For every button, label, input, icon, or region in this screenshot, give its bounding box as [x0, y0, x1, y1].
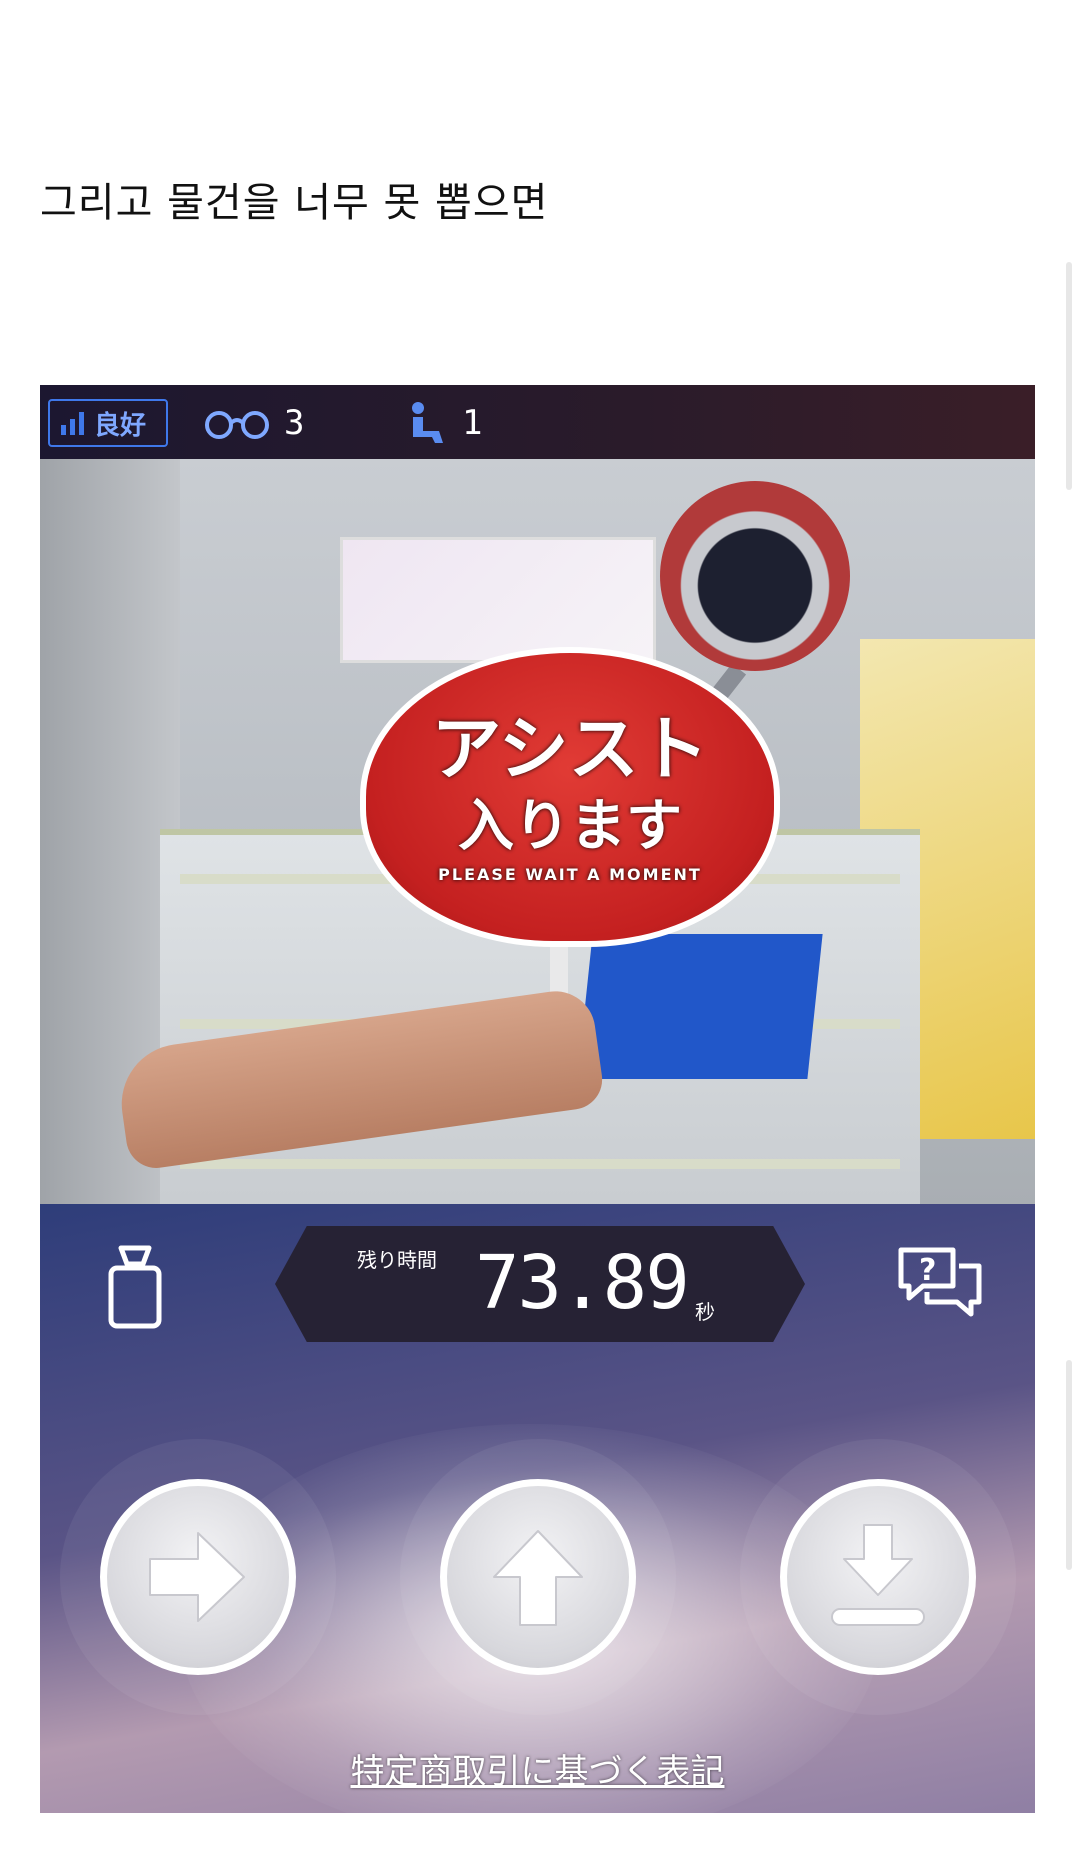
- drop-claw-button[interactable]: [780, 1479, 976, 1675]
- viewer-count: 3: [202, 399, 304, 447]
- post-caption: 그리고 물건을 너무 못 뽑으면: [40, 180, 549, 226]
- scrollbar-lower[interactable]: [1066, 1360, 1072, 1570]
- camera-feed: アシスト 入ります PLEASE WAIT A MOMENT: [40, 459, 1035, 1204]
- viewer-count-value: 3: [284, 403, 305, 443]
- help-chat-button[interactable]: ?: [895, 1244, 985, 1328]
- assist-fan-sign: アシスト 入ります PLEASE WAIT A MOMENT: [360, 647, 780, 947]
- prize-blue-box: [577, 934, 823, 1079]
- timer-unit: 秒: [695, 1300, 715, 1324]
- remaining-time-display: 残り時間 73.89 秒: [275, 1226, 805, 1342]
- control-panel: 残り時間 73.89 秒 ? 特定商取引に基づく表記: [40, 1204, 1035, 1813]
- drop-down-icon: [831, 1524, 925, 1626]
- timer-label: 残り時間: [357, 1248, 437, 1272]
- weight-icon: [108, 1245, 162, 1329]
- move-up-button[interactable]: [440, 1479, 636, 1675]
- connection-label: 良好: [94, 410, 147, 441]
- prize-weight-button[interactable]: [105, 1244, 165, 1336]
- fan-text-wait: PLEASE WAIT A MOMENT: [438, 865, 702, 884]
- signal-strength-icon: [61, 412, 84, 435]
- fan-text-assist: アシスト: [431, 708, 709, 790]
- rail-bottom: [180, 1159, 900, 1169]
- arrow-right-icon: [149, 1532, 245, 1622]
- svg-text:?: ?: [919, 1253, 936, 1288]
- fan-text-enter: 入ります: [458, 794, 682, 859]
- crane-claw: [660, 481, 850, 671]
- crane-game-screenshot: 良好 3 1 アシスト 入ります PLEASE WAIT A MOMENT 残り…: [40, 385, 1035, 1813]
- glasses-icon: [205, 411, 269, 439]
- seated-player-icon: [412, 402, 443, 443]
- status-bar: 良好 3 1: [40, 385, 1035, 459]
- connection-status: 良好: [48, 399, 168, 447]
- prize-figure-box: [340, 537, 656, 663]
- player-count-value: 1: [462, 403, 483, 443]
- move-right-button[interactable]: [100, 1479, 296, 1675]
- timer-value: 73.89: [475, 1240, 690, 1326]
- commercial-transactions-link[interactable]: 特定商取引に基づく表記: [40, 1744, 1035, 1793]
- question-chat-icon: ?: [898, 1247, 982, 1317]
- player-count: 1: [408, 399, 482, 447]
- arrow-up-icon: [493, 1530, 583, 1626]
- scrollbar-upper[interactable]: [1066, 262, 1072, 490]
